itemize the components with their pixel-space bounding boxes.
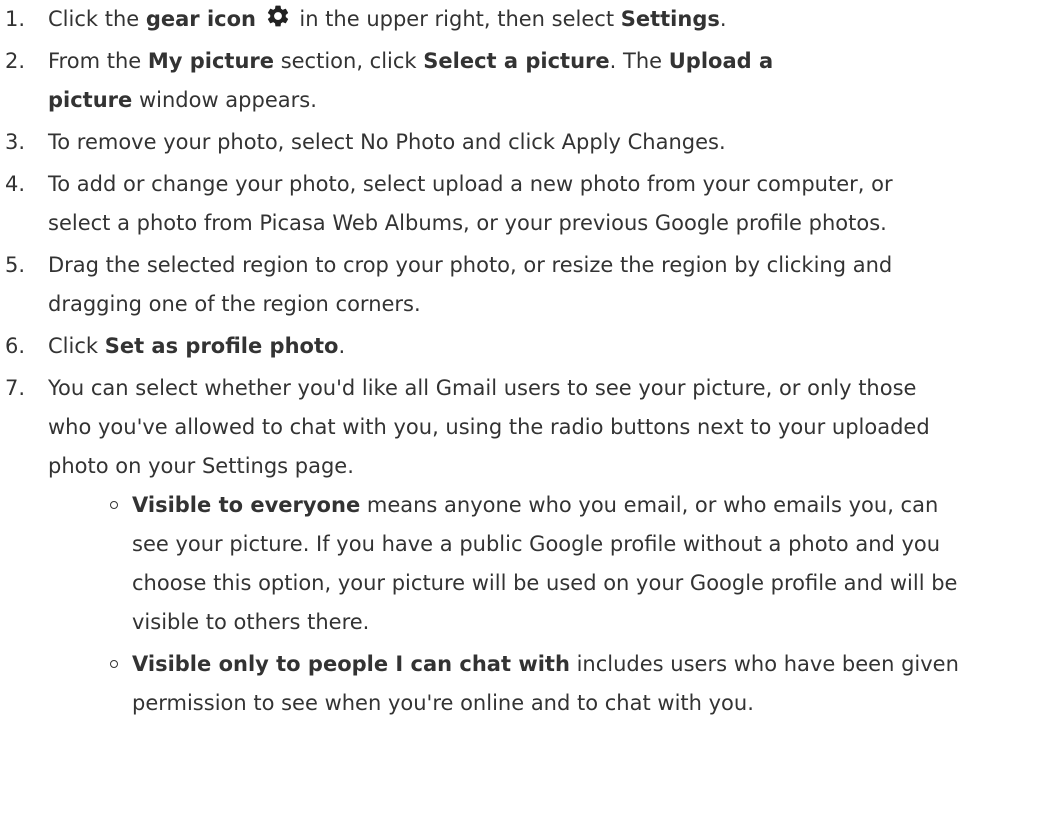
visibility-options-list: Visible to everyone means anyone who you… bbox=[48, 486, 1055, 723]
step-1: 1. Click the gear icon in the upper righ… bbox=[0, 0, 1055, 39]
option-title: Visible to everyone bbox=[132, 493, 361, 517]
step-number: 5. bbox=[5, 253, 26, 277]
bullet-icon bbox=[110, 660, 118, 668]
step-number: 3. bbox=[5, 130, 26, 154]
step-emphasis: Settings bbox=[620, 7, 720, 31]
step-text: who you've allowed to chat with you, usi… bbox=[48, 415, 930, 439]
step-emphasis: Upload a bbox=[668, 49, 774, 73]
step-7: 7. You can select whether you'd like all… bbox=[0, 369, 1055, 723]
step-text: window appears. bbox=[132, 88, 317, 112]
step-number: 7. bbox=[5, 376, 26, 400]
step-text: dragging one of the region corners. bbox=[48, 292, 421, 316]
step-emphasis: My picture bbox=[147, 49, 275, 73]
step-emphasis: Set as profile photo bbox=[104, 334, 339, 358]
step-text: To add or change your photo, select uplo… bbox=[48, 172, 893, 196]
step-emphasis: gear icon bbox=[145, 7, 256, 31]
option-text: permission to see when you're online and… bbox=[132, 691, 754, 715]
step-6: 6. Click Set as profile photo. bbox=[0, 327, 1055, 366]
option-title: Visible only to people I can chat with bbox=[132, 652, 570, 676]
step-number: 4. bbox=[5, 172, 26, 196]
option-visible-to-everyone: Visible to everyone means anyone who you… bbox=[110, 486, 1055, 642]
step-number: 1. bbox=[5, 7, 26, 31]
step-text: photo on your Settings page. bbox=[48, 454, 354, 478]
step-text: section, click bbox=[274, 49, 424, 73]
instructions-list: 1. Click the gear icon in the upper righ… bbox=[0, 0, 1055, 723]
step-text: . bbox=[719, 7, 727, 31]
step-text: To remove your photo, select No Photo an… bbox=[48, 130, 726, 154]
step-text: Drag the selected region to crop your ph… bbox=[48, 253, 893, 277]
gear-icon bbox=[265, 3, 291, 29]
step-number: 2. bbox=[5, 49, 26, 73]
step-5: 5. Drag the selected region to crop your… bbox=[0, 246, 1055, 324]
step-emphasis: Select a picture bbox=[423, 49, 610, 73]
step-text: From the bbox=[48, 49, 148, 73]
step-text: . The bbox=[609, 49, 669, 73]
step-3: 3. To remove your photo, select No Photo… bbox=[0, 123, 1055, 162]
option-text: means anyone who you email, or who email… bbox=[360, 493, 939, 517]
step-4: 4. To add or change your photo, select u… bbox=[0, 165, 1055, 243]
step-text: Click bbox=[48, 334, 105, 358]
option-text: choose this option, your picture will be… bbox=[132, 571, 958, 595]
step-2: 2. From the My picture section, click Se… bbox=[0, 42, 1055, 120]
step-number: 6. bbox=[5, 334, 26, 358]
step-text: Click the bbox=[48, 7, 146, 31]
step-text: in the upper right, then select bbox=[292, 7, 621, 31]
bullet-icon bbox=[110, 501, 118, 509]
option-text: visible to others there. bbox=[132, 610, 370, 634]
step-text: . bbox=[338, 334, 346, 358]
option-text: see your picture. If you have a public G… bbox=[132, 532, 941, 556]
option-text: includes users who have been given bbox=[569, 652, 959, 676]
step-text: You can select whether you'd like all Gm… bbox=[48, 376, 917, 400]
step-emphasis: picture bbox=[48, 88, 133, 112]
step-text: select a photo from Picasa Web Albums, o… bbox=[48, 211, 887, 235]
option-visible-chat-only: Visible only to people I can chat with i… bbox=[110, 645, 1055, 723]
